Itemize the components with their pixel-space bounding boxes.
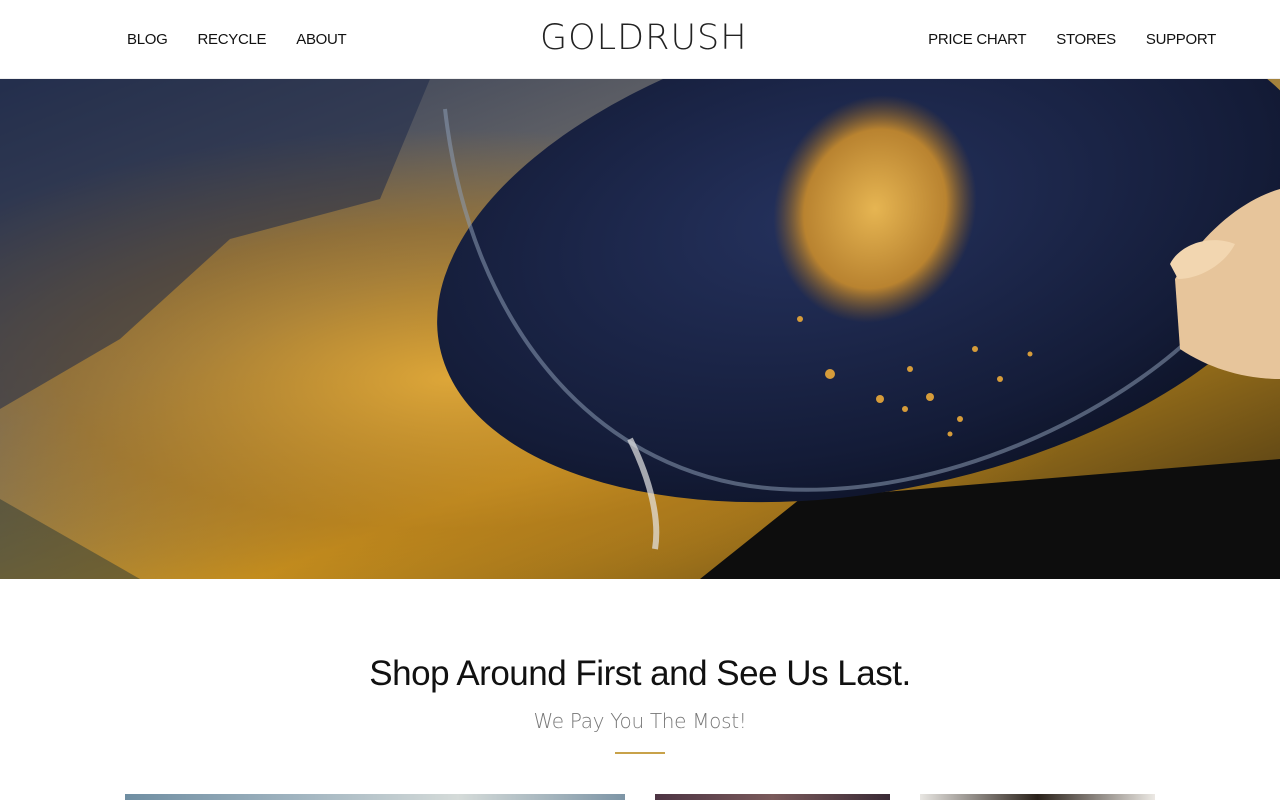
intro-subheading: We Pay You The Most! (533, 709, 747, 733)
nav-link-price-chart[interactable]: PRICE CHART (928, 31, 1026, 48)
nav-right: PRICE CHART STORES SUPPORT (898, 0, 1216, 78)
hero-image (0, 79, 1280, 579)
site-header: BLOG RECYCLE ABOUT GOLDRUSH PRICE CHART … (0, 0, 1280, 79)
intro-heading: Shop Around First and See Us Last. (369, 654, 911, 693)
nav-link-support[interactable]: SUPPORT (1146, 31, 1216, 48)
nav-link-about[interactable]: ABOUT (296, 31, 346, 48)
nav-link-blog[interactable]: BLOG (127, 31, 168, 48)
nav-link-recycle[interactable]: RECYCLE (197, 31, 266, 48)
gallery-item-1[interactable] (125, 794, 625, 800)
gallery-item-2[interactable] (655, 794, 890, 800)
gold-panning-photo (0, 79, 1280, 579)
site-logo[interactable]: GOLDRUSH (540, 18, 747, 58)
nav-left: BLOG RECYCLE ABOUT (127, 0, 376, 78)
nav-link-stores[interactable]: STORES (1056, 31, 1116, 48)
accent-divider (615, 752, 665, 754)
gallery-item-3[interactable] (920, 794, 1155, 800)
